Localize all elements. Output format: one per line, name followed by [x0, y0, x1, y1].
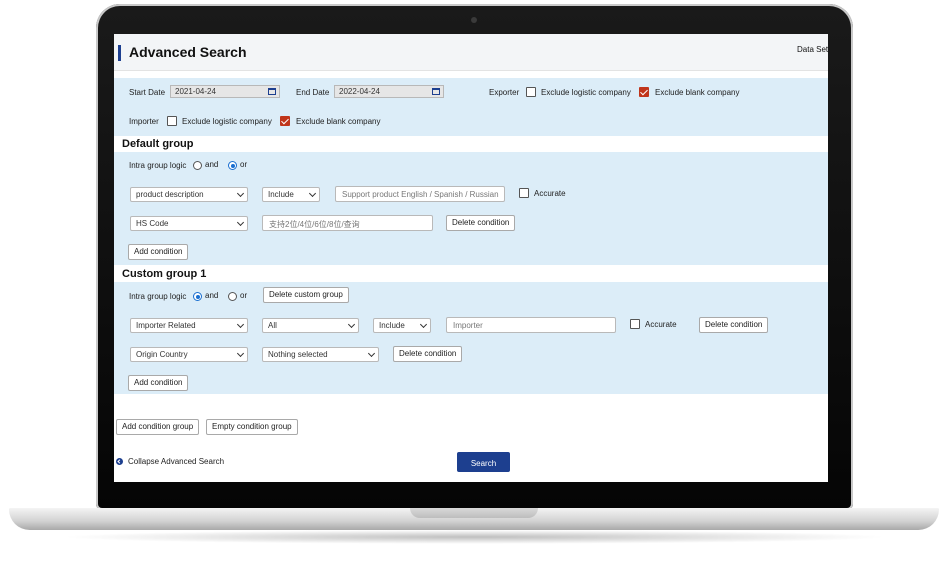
header-bar: Advanced Search Data Sets	[114, 34, 828, 71]
end-date-input[interactable]: 2022-04-24	[334, 85, 444, 98]
logic-or-label: or	[240, 291, 248, 300]
hs-code-placeholder: 支持2位/4位/6位/8位/查询	[269, 220, 360, 229]
title-accent	[118, 45, 121, 61]
add-condition-group-button[interactable]: Add condition group	[116, 419, 200, 435]
chevron-up-icon[interactable]	[116, 458, 123, 465]
search-button[interactable]: Search	[457, 452, 510, 472]
condition-field-select[interactable]: Origin Country	[130, 347, 248, 362]
chevron-down-icon	[236, 349, 245, 358]
intra-group-logic-label: Intra group logic	[129, 292, 187, 301]
dataset-label[interactable]: Data Sets	[797, 45, 828, 54]
collapse-advanced-search-link[interactable]: Collapse Advanced Search	[128, 457, 224, 466]
exporter-exclude-logistic-checkbox[interactable]	[526, 87, 536, 97]
condition-field-select[interactable]: Importer Related	[130, 318, 248, 333]
importer-exclude-blank-label: Exclude blank company	[296, 117, 381, 126]
logic-or-radio[interactable]	[228, 161, 237, 170]
chevron-down-icon	[347, 320, 356, 329]
condition-scope-value: All	[268, 321, 277, 330]
intra-group-logic-label: Intra group logic	[129, 161, 187, 170]
condition-field-value: Importer Related	[136, 321, 196, 330]
calendar-icon[interactable]	[432, 88, 440, 95]
start-date-input[interactable]: 2021-04-24	[170, 85, 280, 98]
condition-field-select[interactable]: product description	[130, 187, 248, 202]
start-date-label: Start Date	[129, 88, 166, 97]
condition-operator-value: Include	[268, 190, 294, 199]
logic-and-radio[interactable]	[193, 292, 202, 301]
chevron-down-icon	[236, 189, 245, 198]
delete-custom-group-button[interactable]: Delete custom group	[263, 287, 349, 303]
empty-condition-group-button[interactable]: Empty condition group	[206, 419, 298, 435]
chevron-down-icon	[419, 320, 428, 329]
product-description-placeholder: Support product English / Spanish / Russ…	[342, 190, 499, 199]
logic-or-radio[interactable]	[228, 292, 237, 301]
delete-condition-button[interactable]: Delete condition	[393, 346, 463, 362]
exporter-label: Exporter	[489, 88, 520, 97]
hs-code-input[interactable]: 支持2位/4位/6位/8位/查询	[262, 215, 433, 231]
product-description-input[interactable]: Support product English / Spanish / Russ…	[335, 186, 505, 202]
importer-label: Importer	[129, 117, 159, 126]
importer-exclude-blank-checkbox[interactable]	[280, 116, 290, 126]
condition-field-value: HS Code	[136, 219, 169, 228]
calendar-icon[interactable]	[268, 88, 276, 95]
condition-field-value: Origin Country	[136, 350, 188, 359]
logic-and-label: and	[205, 160, 219, 169]
custom-group-panel: Intra group logic and or Delete custom g…	[114, 282, 828, 394]
custom-group-title: Custom group 1	[122, 268, 207, 280]
add-condition-button[interactable]: Add condition	[128, 244, 189, 260]
end-date-label: End Date	[296, 88, 330, 97]
end-date-value: 2022-04-24	[339, 87, 380, 96]
accurate-checkbox[interactable]	[630, 319, 640, 329]
chevron-down-icon	[367, 349, 376, 358]
condition-scope-select[interactable]: All	[262, 318, 359, 333]
importer-exclude-logistic-checkbox[interactable]	[167, 116, 177, 126]
laptop-notch	[410, 508, 538, 518]
importer-input[interactable]: Importer	[446, 317, 616, 333]
chevron-down-icon	[236, 218, 245, 227]
chevron-down-icon	[236, 320, 245, 329]
accurate-label: Accurate	[534, 189, 566, 198]
exporter-exclude-logistic-label: Exclude logistic company	[541, 88, 631, 97]
default-group-panel: Intra group logic and or product descrip…	[114, 152, 828, 265]
accurate-checkbox[interactable]	[519, 188, 529, 198]
origin-country-select[interactable]: Nothing selected	[262, 347, 379, 362]
chevron-down-icon	[308, 189, 317, 198]
delete-condition-button[interactable]: Delete condition	[699, 317, 769, 333]
origin-country-value: Nothing selected	[268, 350, 328, 359]
importer-exclude-logistic-label: Exclude logistic company	[182, 117, 272, 126]
logic-and-radio[interactable]	[193, 161, 202, 170]
condition-operator-select[interactable]: Include	[262, 187, 320, 202]
condition-field-value: product description	[136, 190, 204, 199]
filters-panel: Start Date 2021-04-24 End Date 2022-04-2…	[114, 78, 828, 136]
condition-operator-select[interactable]: Include	[373, 318, 431, 333]
laptop-shadow	[60, 530, 890, 544]
condition-field-select[interactable]: HS Code	[130, 216, 248, 231]
page-title: Advanced Search	[129, 44, 247, 60]
app-screen: Advanced Search Data Sets Start Date 202…	[114, 34, 828, 482]
logic-and-label: and	[205, 291, 219, 300]
delete-condition-button[interactable]: Delete condition	[446, 215, 516, 231]
importer-placeholder: Importer	[453, 321, 483, 330]
exporter-exclude-blank-checkbox[interactable]	[639, 87, 649, 97]
condition-operator-value: Include	[379, 321, 405, 330]
start-date-value: 2021-04-24	[175, 87, 216, 96]
exporter-exclude-blank-label: Exclude blank company	[655, 88, 740, 97]
logic-or-label: or	[240, 160, 248, 169]
webcam-icon	[471, 17, 477, 23]
default-group-title: Default group	[122, 138, 194, 150]
add-condition-button[interactable]: Add condition	[128, 375, 189, 391]
accurate-label: Accurate	[645, 320, 677, 329]
